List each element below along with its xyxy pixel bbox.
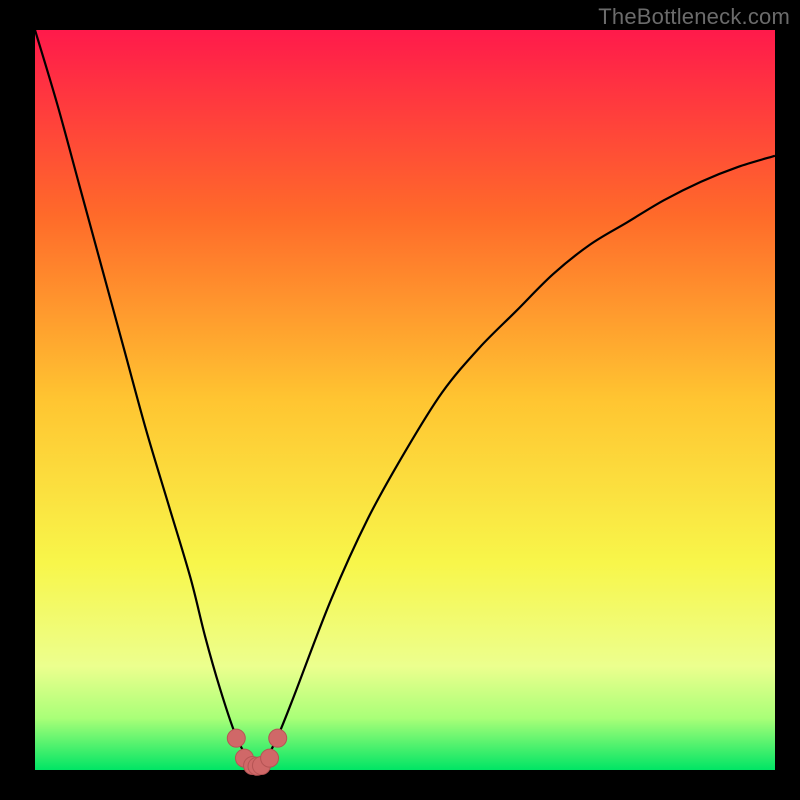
trough-marker (227, 729, 245, 747)
chart-stage: TheBottleneck.com (0, 0, 800, 800)
chart-background (35, 30, 775, 770)
trough-marker (269, 729, 287, 747)
trough-marker (261, 749, 279, 767)
bottleneck-chart (0, 0, 800, 800)
watermark-text: TheBottleneck.com (598, 4, 790, 30)
